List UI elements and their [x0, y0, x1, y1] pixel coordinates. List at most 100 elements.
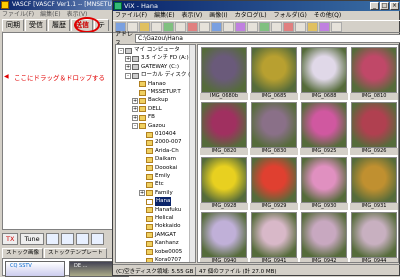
folder-icon: [146, 181, 153, 188]
photo-thumbnail[interactable]: IMG_0820: [199, 101, 249, 155]
photo-thumbnail[interactable]: IMG_0928: [199, 156, 249, 210]
folder-icon: [146, 131, 153, 138]
menu-other[interactable]: その他(Q): [314, 12, 341, 19]
up-folder-icon[interactable]: [139, 21, 150, 32]
photo-thumbnail[interactable]: IMG_0680b: [199, 46, 249, 100]
vix-title: ViX - Hana: [124, 2, 159, 10]
drive-icon: [132, 64, 139, 71]
folder-icon: [139, 106, 146, 113]
copy-icon[interactable]: [163, 21, 174, 32]
photo-thumbnail[interactable]: IMG_0810: [349, 46, 398, 100]
text-tool-icon[interactable]: [75, 233, 89, 245]
settings-icon[interactable]: [331, 21, 342, 32]
folder-icon: [146, 257, 153, 262]
photo-thumbnail[interactable]: IMG_0688: [299, 46, 349, 100]
photo-caption: IMG_0810: [350, 93, 398, 100]
photo-thumbnail[interactable]: IMG_0942: [299, 211, 349, 262]
address-input[interactable]: C:\Gazou\Hana: [135, 33, 400, 43]
draw-tool-icon[interactable]: [60, 233, 74, 245]
menu-image[interactable]: 画像(I): [209, 12, 227, 19]
folder-icon: [139, 97, 146, 104]
flower-photo: [201, 47, 247, 93]
photo-caption: IMG_0944: [350, 258, 398, 262]
photo-thumbnail[interactable]: IMG_0931: [349, 156, 398, 210]
maximize-icon[interactable]: □: [380, 2, 389, 10]
folder-icon: [146, 232, 153, 239]
photo-caption: IMG_0820: [200, 148, 248, 155]
tune-button[interactable]: Tune: [20, 233, 44, 245]
photo-thumbnail[interactable]: IMG_0941: [249, 211, 299, 262]
folder-icon: [146, 215, 153, 222]
expander-icon[interactable]: -: [118, 47, 124, 54]
tx-button[interactable]: TX: [2, 233, 19, 245]
catalog-icon[interactable]: [295, 21, 306, 32]
folder-icon: [146, 190, 153, 197]
zoom-icon[interactable]: [247, 21, 258, 32]
expander-icon[interactable]: +: [132, 114, 138, 121]
app-icon: [1, 1, 9, 9]
menu-file[interactable]: ファイル(F): [115, 12, 147, 19]
drag-drop-annotation: ここにドラッグ＆ドロップする: [14, 74, 105, 82]
expander-icon[interactable]: +: [125, 64, 131, 71]
photo-thumbnail[interactable]: IMG_0940: [199, 211, 249, 262]
view-thumbs-icon[interactable]: [199, 21, 210, 32]
photo-caption: IMG_0685: [250, 93, 298, 100]
view-list-icon[interactable]: [211, 21, 222, 32]
print-icon[interactable]: [271, 21, 282, 32]
photo-caption: IMG_0930: [300, 203, 348, 210]
expander-icon[interactable]: +: [132, 97, 138, 104]
photo-caption: IMG_0929: [250, 203, 298, 210]
tab-stock-images[interactable]: ストック画像: [2, 248, 44, 258]
expander-icon[interactable]: +: [125, 55, 131, 62]
drive-icon: [132, 72, 139, 79]
tab-history[interactable]: 履歴: [48, 19, 70, 31]
mail-icon[interactable]: [283, 21, 294, 32]
tab-sync[interactable]: 同期: [2, 19, 24, 31]
photo-thumbnail[interactable]: IMG_0685: [249, 46, 299, 100]
expander-icon[interactable]: -: [132, 123, 138, 130]
flower-photo: [201, 212, 247, 258]
folder-icon: [139, 123, 146, 130]
properties-icon[interactable]: [307, 21, 318, 32]
help-icon[interactable]: [319, 21, 330, 32]
photo-thumbnail[interactable]: IMG_0925: [299, 101, 349, 155]
cut-icon[interactable]: [175, 21, 186, 32]
menu-view[interactable]: 表示(V): [181, 12, 202, 19]
photo-caption: IMG_0931: [350, 203, 398, 210]
expander-icon[interactable]: +: [139, 190, 145, 197]
refresh-icon[interactable]: [151, 21, 162, 32]
flower-photo: [251, 47, 297, 93]
flower-photo: [251, 212, 297, 258]
tab-receive[interactable]: 受信: [25, 19, 47, 31]
folder-icon: [146, 156, 153, 163]
stock-thumbnail[interactable]: CQ SSTV: [5, 261, 65, 277]
edit-icon[interactable]: [259, 21, 270, 32]
tree-node[interactable]: Kora0707: [139, 256, 181, 262]
photo-thumbnail[interactable]: IMG_0830: [249, 101, 299, 155]
folder-icon: [139, 89, 146, 96]
minimize-icon[interactable]: _: [370, 2, 379, 10]
vix-toolbar: [113, 20, 400, 33]
folder-icon: [146, 249, 153, 256]
menu-edit[interactable]: 編集(E): [154, 12, 174, 19]
photo-caption: IMG_0942: [300, 258, 348, 262]
expander-icon[interactable]: -: [125, 72, 131, 79]
photo-thumbnail[interactable]: IMG_0929: [249, 156, 299, 210]
grid-tool-icon[interactable]: [90, 233, 104, 245]
folder-tree: - マイ コンピュータ +3.5 インチ FD (A:) + GATEWAY (C:) -…: [115, 44, 196, 263]
close-icon[interactable]: ×: [390, 2, 399, 10]
delete-icon[interactable]: [187, 21, 198, 32]
flower-photo: [251, 102, 297, 148]
tab-stock-templates[interactable]: ストックテンプレート: [44, 248, 107, 258]
expander-icon[interactable]: +: [132, 106, 138, 113]
menu-catalog[interactable]: カタログ(L): [235, 12, 267, 19]
photo-thumbnail[interactable]: IMG_0944: [349, 211, 398, 262]
flower-photo: [351, 47, 397, 93]
photo-thumbnail[interactable]: IMG_0926: [349, 101, 398, 155]
menu-folder[interactable]: フォルダ(G): [274, 12, 307, 19]
photo-thumbnail[interactable]: IMG_0930: [299, 156, 349, 210]
slideshow-icon[interactable]: [223, 21, 234, 32]
flower-photo: [351, 102, 397, 148]
image-tool-icon[interactable]: [45, 233, 59, 245]
rotate-icon[interactable]: [235, 21, 246, 32]
